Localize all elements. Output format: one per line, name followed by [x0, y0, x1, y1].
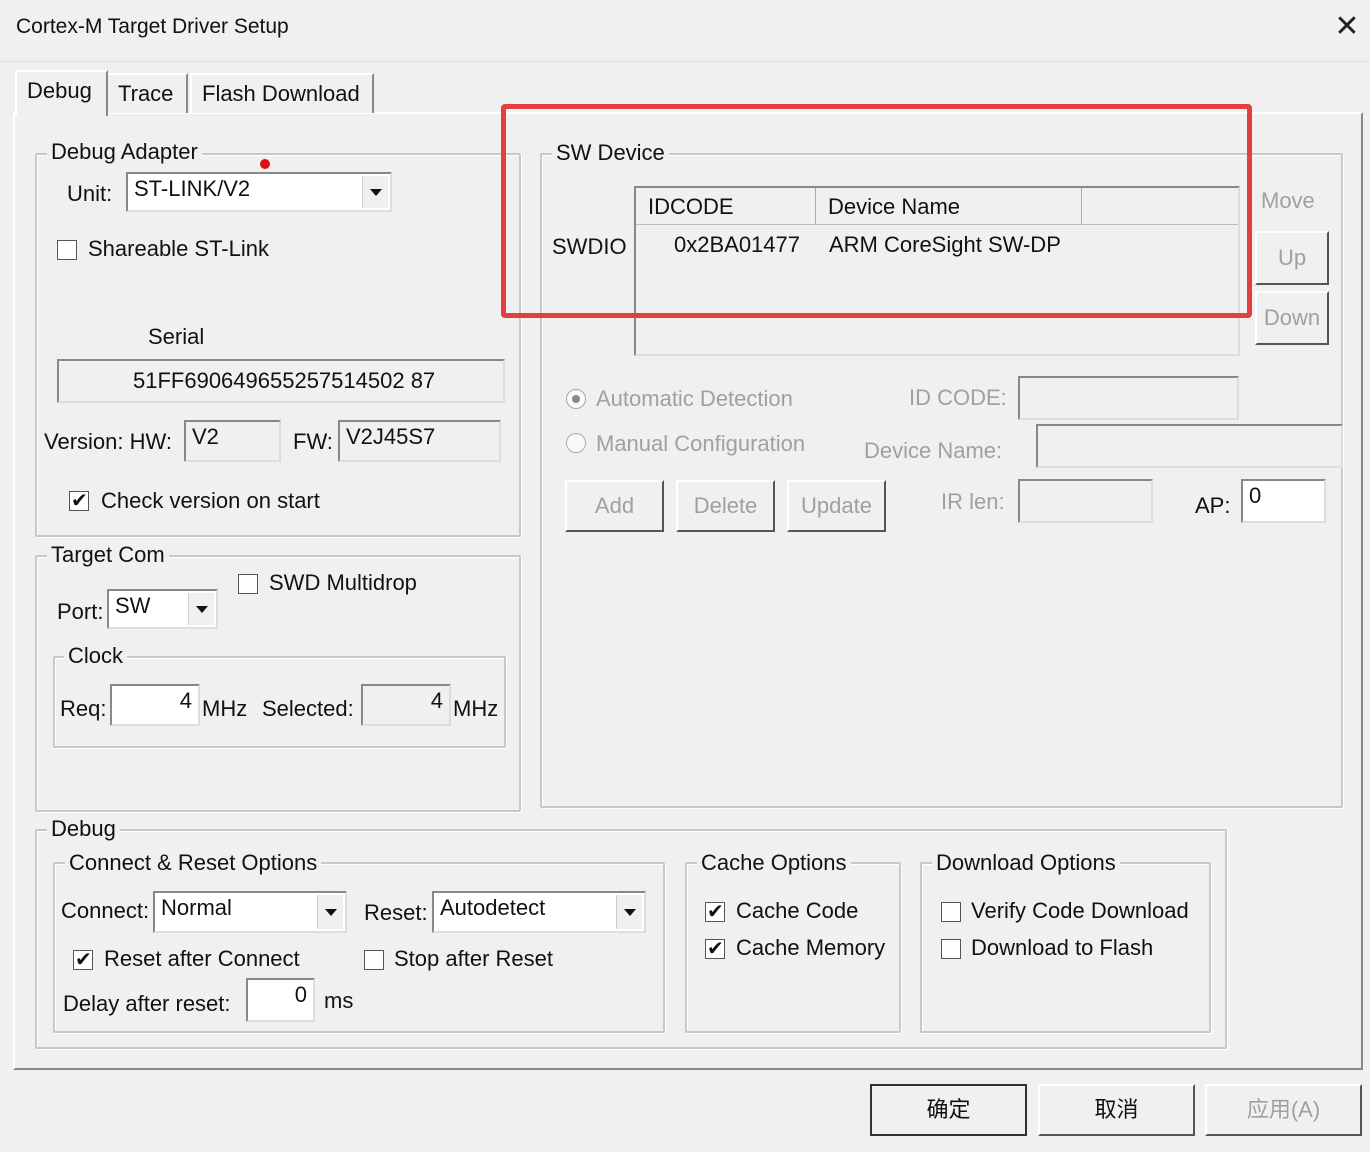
reset-label: Reset: — [364, 900, 428, 925]
selected-label: Selected: — [262, 696, 354, 721]
unit-dropdown[interactable]: ST-LINK/V2 — [126, 172, 392, 212]
stop-after-reset-checkbox[interactable] — [364, 950, 384, 970]
add-button[interactable]: Add — [565, 480, 664, 532]
stop-after-reset-label: Stop after Reset — [394, 946, 553, 971]
ir-len-label: IR len: — [941, 489, 1005, 514]
shareable-checkbox[interactable] — [57, 240, 77, 260]
serial-label: Serial — [148, 324, 205, 349]
cache-code-checkbox[interactable] — [705, 899, 725, 924]
debug-adapter-legend: Debug Adapter — [47, 139, 202, 165]
debug-legend: Debug — [47, 816, 120, 842]
cache-memory-label: Cache Memory — [736, 935, 886, 960]
chevron-down-icon[interactable] — [188, 593, 214, 625]
reset-dropdown[interactable]: Autodetect — [432, 891, 646, 933]
cache-code-label: Cache Code — [736, 898, 859, 923]
delay-label: Delay after reset: — [63, 991, 231, 1016]
device-name-field — [1036, 424, 1343, 468]
move-up-button[interactable]: Up — [1255, 231, 1329, 285]
selected-clock-field: 4 — [361, 684, 451, 726]
check-version-checkbox[interactable] — [69, 488, 89, 513]
connect-label: Connect: — [61, 898, 150, 923]
close-icon[interactable]: ✕ — [1330, 10, 1364, 44]
tab-flash-download[interactable]: Flash Download — [190, 73, 374, 113]
cancel-button[interactable]: 取消 — [1038, 1084, 1195, 1136]
version-hw-label: Version: HW: — [44, 429, 172, 454]
move-label: Move — [1261, 188, 1315, 213]
verify-code-download-label: Verify Code Download — [971, 898, 1189, 923]
manual-configuration-radio[interactable] — [566, 433, 586, 453]
move-down-button[interactable]: Down — [1255, 291, 1329, 345]
tab-debug[interactable]: Debug — [15, 70, 108, 116]
target-com-legend: Target Com — [47, 542, 169, 568]
update-button[interactable]: Update — [787, 480, 886, 532]
chevron-down-icon[interactable] — [362, 176, 388, 208]
delay-field[interactable]: 0 — [246, 978, 315, 1022]
swd-multidrop-checkbox[interactable] — [238, 574, 258, 594]
apply-button[interactable]: 应用(A) — [1205, 1084, 1362, 1136]
serial-field: 51FF690649655257514502 87 — [57, 359, 505, 403]
swd-multidrop-label: SWD Multidrop — [269, 570, 417, 595]
tab-trace[interactable]: Trace — [106, 73, 188, 113]
reset-after-connect-checkbox[interactable] — [73, 947, 93, 972]
cache-options-legend: Cache Options — [697, 850, 851, 876]
download-options-legend: Download Options — [932, 850, 1120, 876]
ap-field[interactable]: 0 — [1241, 479, 1326, 523]
reset-after-connect-label: Reset after Connect — [104, 946, 300, 971]
chevron-down-icon[interactable] — [317, 895, 343, 929]
check-version-label: Check version on start — [101, 488, 320, 513]
download-to-flash-label: Download to Flash — [971, 935, 1154, 960]
connect-reset-legend: Connect & Reset Options — [65, 850, 322, 876]
req-unit: MHz — [202, 696, 248, 721]
chevron-down-icon[interactable] — [616, 895, 642, 929]
id-code-field — [1018, 376, 1239, 420]
connect-dropdown[interactable]: Normal — [153, 891, 347, 933]
id-code-label: ID CODE: — [909, 385, 1007, 410]
unit-label: Unit: — [67, 181, 113, 206]
fw-version-field: V2J45S7 — [338, 420, 501, 462]
automatic-detection-radio[interactable] — [566, 389, 586, 409]
selected-unit: MHz — [453, 696, 499, 721]
clock-legend: Clock — [64, 643, 128, 669]
download-to-flash-checkbox[interactable] — [941, 939, 961, 959]
verify-code-download-checkbox[interactable] — [941, 902, 961, 922]
ir-len-field — [1018, 479, 1153, 523]
reset-value: Autodetect — [440, 895, 546, 920]
port-label: Port: — [57, 599, 104, 624]
ok-button[interactable]: 确定 — [870, 1084, 1027, 1136]
unit-value: ST-LINK/V2 — [134, 176, 251, 201]
automatic-detection-label: Automatic Detection — [596, 386, 793, 411]
req-clock-field[interactable]: 4 — [110, 684, 200, 726]
manual-configuration-label: Manual Configuration — [596, 431, 806, 456]
annotation-highlight-box — [501, 104, 1252, 318]
port-dropdown[interactable]: SW — [107, 589, 218, 629]
annotation-dot — [260, 159, 270, 169]
connect-value: Normal — [161, 895, 232, 920]
fw-label: FW: — [293, 429, 333, 454]
req-label: Req: — [60, 696, 107, 721]
hw-version-field: V2 — [184, 420, 281, 462]
delete-button[interactable]: Delete — [676, 480, 775, 532]
delay-unit: ms — [324, 988, 354, 1013]
port-value: SW — [115, 593, 151, 618]
device-name-label: Device Name: — [864, 438, 1003, 463]
cache-memory-checkbox[interactable] — [705, 936, 725, 961]
shareable-label: Shareable ST-Link — [88, 236, 269, 261]
window-title: Cortex-M Target Driver Setup — [16, 15, 289, 38]
ap-label: AP: — [1195, 493, 1231, 518]
